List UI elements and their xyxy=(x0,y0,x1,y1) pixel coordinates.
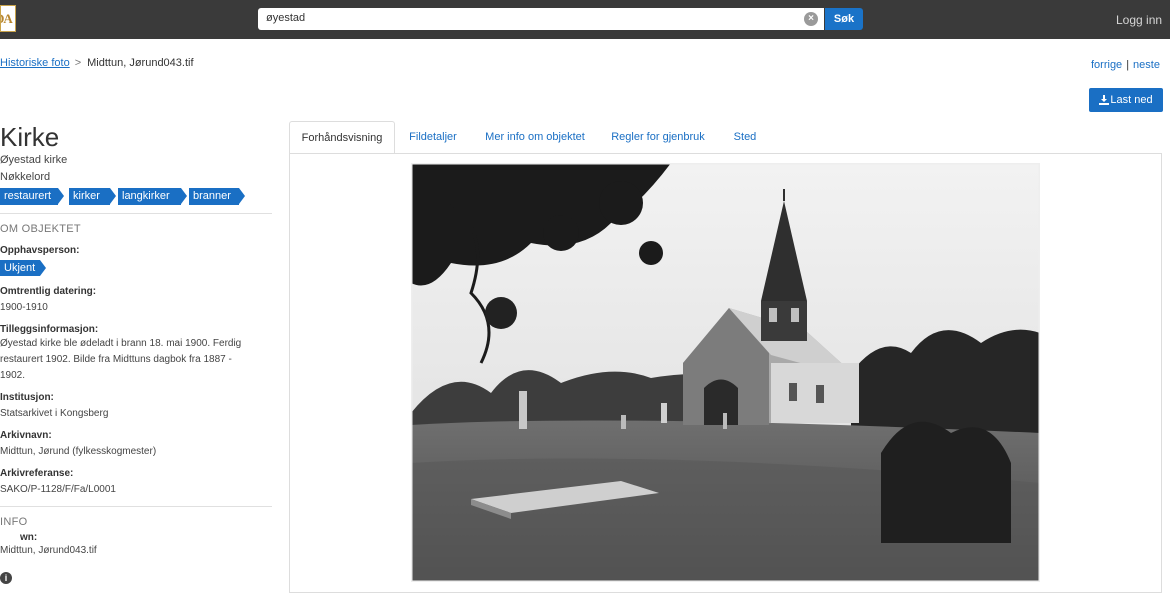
divider xyxy=(0,213,272,214)
keyword-tags: restaurert kirker langkirker branner xyxy=(0,188,272,206)
tab-more-info[interactable]: Mer info om objektet xyxy=(479,121,591,154)
keyword-tag[interactable]: restaurert xyxy=(0,188,64,205)
top-bar: DA × Søk Logg inn xyxy=(0,0,1170,39)
breadcrumb-current: Midttun, Jørund043.tif xyxy=(87,57,194,69)
breadcrumb: Historiske foto > Midttun, Jørund043.tif xyxy=(0,57,194,69)
keyword-tag[interactable]: branner xyxy=(189,188,245,205)
prev-link[interactable]: forrige xyxy=(1091,59,1122,71)
archive-ref-label: Arkivreferanse: xyxy=(0,468,74,479)
search-box[interactable]: × xyxy=(258,8,824,30)
extra-info-line: Øyestad kirke ble ødeladt i brann 18. ma… xyxy=(0,338,242,349)
login-link[interactable]: Logg inn xyxy=(1116,13,1162,27)
tab-bar: Forhåndsvisning Fildetaljer Mer info om … xyxy=(289,121,1162,154)
download-label: Last ned xyxy=(1110,94,1153,106)
institution-value: Statsarkivet i Kongsberg xyxy=(0,408,109,419)
archive-name-value: Midttun, Jørund (fylkesskogmester) xyxy=(0,446,157,457)
church-photo[interactable] xyxy=(411,163,1040,582)
search-input[interactable] xyxy=(266,12,786,24)
dating-label: Omtrentlig datering: xyxy=(0,286,97,297)
tab-preview[interactable]: Forhåndsvisning xyxy=(289,121,395,154)
keyword-tag[interactable]: langkirker xyxy=(118,188,187,205)
breadcrumb-link-historiske-foto[interactable]: Historiske foto xyxy=(0,57,70,69)
close-circle-icon[interactable]: × xyxy=(804,12,818,26)
breadcrumb-separator: > xyxy=(74,57,82,69)
church-photo-graphic xyxy=(411,163,1040,582)
institution-label: Institusjon: xyxy=(0,392,54,403)
archive-ref-value: SAKO/P-1128/F/Fa/L0001 xyxy=(0,484,116,495)
extra-info-line: restaurert 1902. Bilde fra Midttuns dagb… xyxy=(0,354,232,365)
tab-reuse-rules[interactable]: Regler for gjenbruk xyxy=(607,121,709,154)
creator-tag[interactable]: Ukjent xyxy=(0,260,46,276)
object-title: Kirke xyxy=(0,122,60,152)
tab-place[interactable]: Sted xyxy=(729,121,761,154)
creator-label: Opphavsperson: xyxy=(0,245,80,256)
download-icon xyxy=(1099,95,1110,105)
file-name-label: wn: xyxy=(20,532,38,543)
prev-next-nav: forrige | neste xyxy=(1091,59,1160,71)
logo-text: DA xyxy=(1,11,13,26)
extra-info-line: 1902. xyxy=(0,370,26,381)
logo[interactable]: DA xyxy=(0,5,16,32)
object-details: Kirke Øyestad kirke Nøkkelord restaurert… xyxy=(0,122,272,559)
divider xyxy=(0,506,272,507)
archive-name-label: Arkivnavn: xyxy=(0,430,52,441)
extra-info-label: Tilleggsinformasjon: xyxy=(0,324,99,335)
dating-value: 1900-1910 xyxy=(0,302,48,313)
section-heading-about: OM OBJEKTET xyxy=(0,223,81,235)
download-button[interactable]: Last ned xyxy=(1089,88,1163,112)
section-heading-info: INFO xyxy=(0,516,28,528)
search-button[interactable]: Søk xyxy=(825,8,863,30)
info-icon[interactable]: i xyxy=(0,572,12,584)
next-link[interactable]: neste xyxy=(1133,59,1160,71)
creator-tags: Ukjent xyxy=(0,260,272,276)
keyword-tag[interactable]: kirker xyxy=(69,188,116,205)
tab-file-details[interactable]: Fildetaljer xyxy=(403,121,463,154)
file-name-value: Midttun, Jørund043.tif xyxy=(0,545,97,556)
keywords-label: Nøkkelord xyxy=(0,171,51,183)
nav-divider: | xyxy=(1126,59,1130,71)
object-subtitle: Øyestad kirke xyxy=(0,154,68,166)
